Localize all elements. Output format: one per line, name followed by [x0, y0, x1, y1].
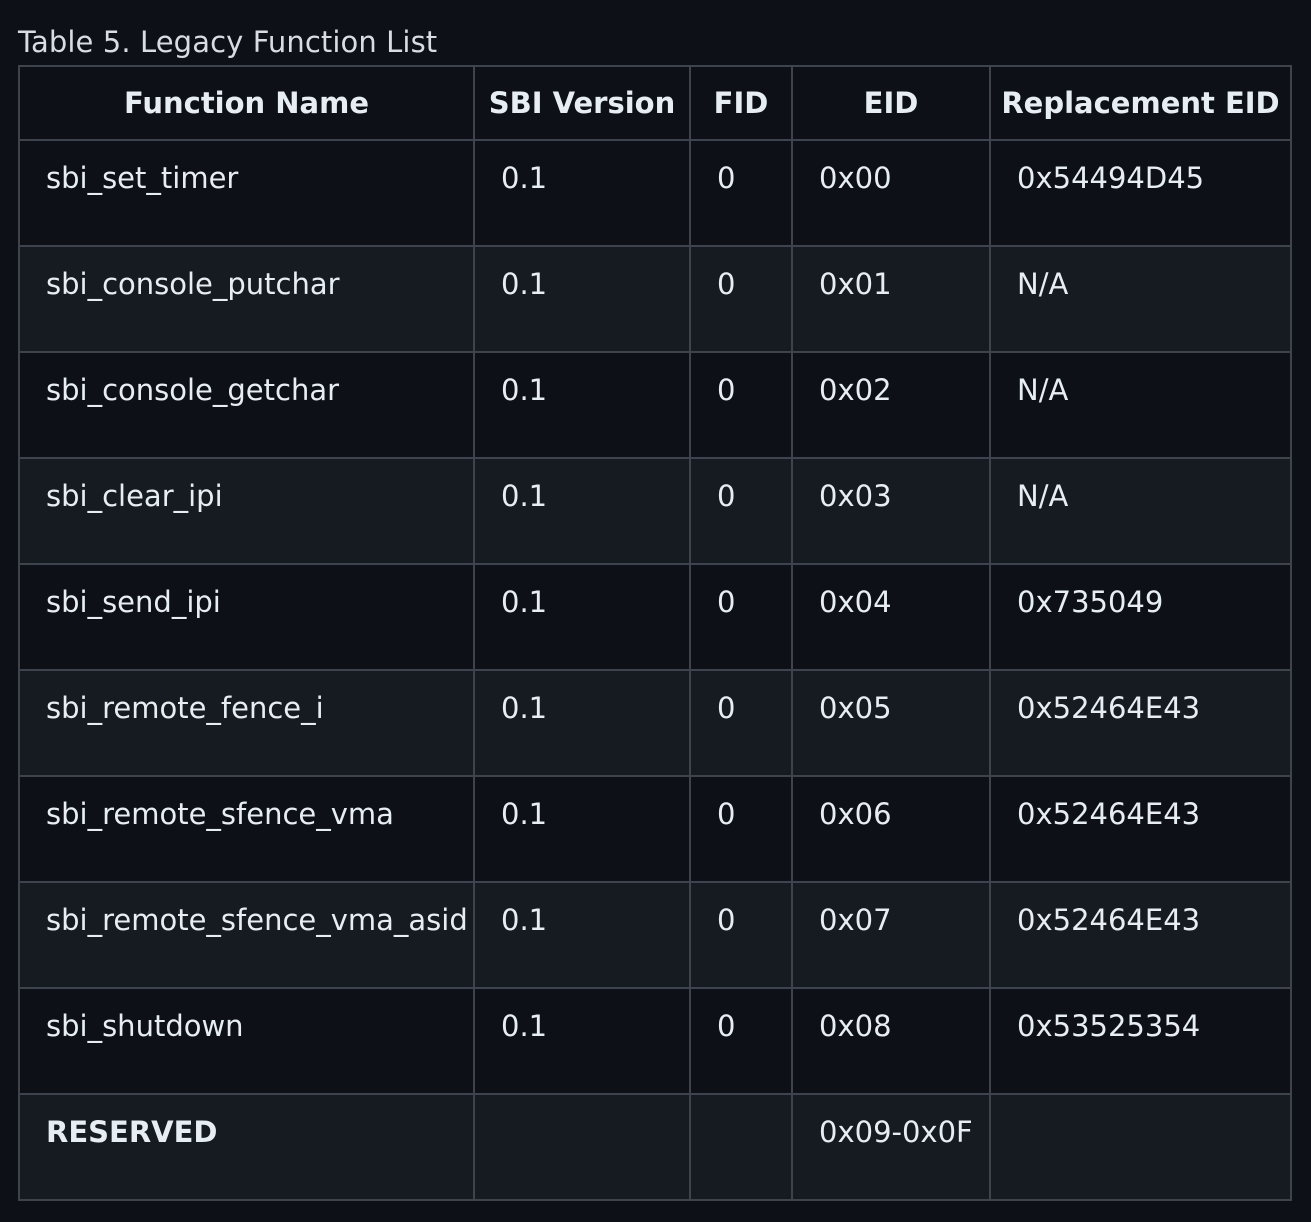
header-replacement-eid: Replacement EID: [989, 65, 1292, 141]
cell-fid: 0: [689, 139, 793, 247]
cell-eid: 0x01: [791, 245, 991, 353]
table-row: sbi_clear_ipi 0.1 0 0x03 N/A: [18, 457, 1292, 565]
cell-function-name: RESERVED: [18, 1093, 475, 1201]
cell-eid: 0x08: [791, 987, 991, 1095]
cell-function-name: sbi_remote_sfence_vma_asid: [18, 881, 475, 989]
cell-replacement-eid: N/A: [989, 457, 1292, 565]
table-row: sbi_send_ipi 0.1 0 0x04 0x735049: [18, 563, 1292, 671]
table-row: sbi_shutdown 0.1 0 0x08 0x53525354: [18, 987, 1292, 1095]
cell-eid: 0x03: [791, 457, 991, 565]
cell-function-name: sbi_shutdown: [18, 987, 475, 1095]
cell-function-name: sbi_send_ipi: [18, 563, 475, 671]
cell-fid: 0: [689, 457, 793, 565]
cell-fid: 0: [689, 775, 793, 883]
cell-sbi-version: 0.1: [473, 987, 691, 1095]
cell-fid: 0: [689, 881, 793, 989]
cell-fid: 0: [689, 563, 793, 671]
cell-replacement-eid: 0x52464E43: [989, 669, 1292, 777]
cell-fid: 0: [689, 351, 793, 459]
cell-function-name: sbi_remote_fence_i: [18, 669, 475, 777]
legacy-function-table-section: Table 5. Legacy Function List Function N…: [18, 22, 1292, 1201]
cell-eid: 0x09-0x0F: [791, 1093, 991, 1201]
cell-sbi-version: [473, 1093, 691, 1201]
cell-fid: [689, 1093, 793, 1201]
header-sbi-version: SBI Version: [473, 65, 691, 141]
cell-function-name: sbi_clear_ipi: [18, 457, 475, 565]
cell-sbi-version: 0.1: [473, 669, 691, 777]
cell-sbi-version: 0.1: [473, 245, 691, 353]
cell-eid: 0x06: [791, 775, 991, 883]
cell-eid: 0x07: [791, 881, 991, 989]
cell-eid: 0x05: [791, 669, 991, 777]
cell-fid: 0: [689, 245, 793, 353]
cell-function-name: sbi_console_putchar: [18, 245, 475, 353]
cell-eid: 0x04: [791, 563, 991, 671]
cell-sbi-version: 0.1: [473, 457, 691, 565]
table-row: sbi_console_putchar 0.1 0 0x01 N/A: [18, 245, 1292, 353]
cell-replacement-eid: N/A: [989, 351, 1292, 459]
cell-replacement-eid: 0x52464E43: [989, 775, 1292, 883]
cell-replacement-eid: 0x735049: [989, 563, 1292, 671]
table-header-row: Function Name SBI Version FID EID Replac…: [18, 65, 1292, 141]
cell-fid: 0: [689, 987, 793, 1095]
cell-function-name: sbi_remote_sfence_vma: [18, 775, 475, 883]
cell-function-name: sbi_set_timer: [18, 139, 475, 247]
table-row: sbi_console_getchar 0.1 0 0x02 N/A: [18, 351, 1292, 459]
table-row: sbi_remote_fence_i 0.1 0 0x05 0x52464E43: [18, 669, 1292, 777]
cell-sbi-version: 0.1: [473, 351, 691, 459]
cell-eid: 0x00: [791, 139, 991, 247]
table-caption: Table 5. Legacy Function List: [18, 25, 438, 59]
cell-sbi-version: 0.1: [473, 881, 691, 989]
cell-function-name: sbi_console_getchar: [18, 351, 475, 459]
header-eid: EID: [791, 65, 991, 141]
cell-sbi-version: 0.1: [473, 139, 691, 247]
table-row-reserved: RESERVED 0x09-0x0F: [18, 1093, 1292, 1201]
header-fid: FID: [689, 65, 793, 141]
table-row: sbi_set_timer 0.1 0 0x00 0x54494D45: [18, 139, 1292, 247]
cell-replacement-eid: [989, 1093, 1292, 1201]
cell-replacement-eid: 0x54494D45: [989, 139, 1292, 247]
header-function-name: Function Name: [18, 65, 475, 141]
table-row: sbi_remote_sfence_vma_asid 0.1 0 0x07 0x…: [18, 881, 1292, 989]
cell-replacement-eid: 0x52464E43: [989, 881, 1292, 989]
table-row: sbi_remote_sfence_vma 0.1 0 0x06 0x52464…: [18, 775, 1292, 883]
cell-replacement-eid: N/A: [989, 245, 1292, 353]
cell-sbi-version: 0.1: [473, 563, 691, 671]
legacy-function-table: Function Name SBI Version FID EID Replac…: [18, 65, 1292, 1201]
cell-eid: 0x02: [791, 351, 991, 459]
cell-fid: 0: [689, 669, 793, 777]
cell-replacement-eid: 0x53525354: [989, 987, 1292, 1095]
cell-sbi-version: 0.1: [473, 775, 691, 883]
